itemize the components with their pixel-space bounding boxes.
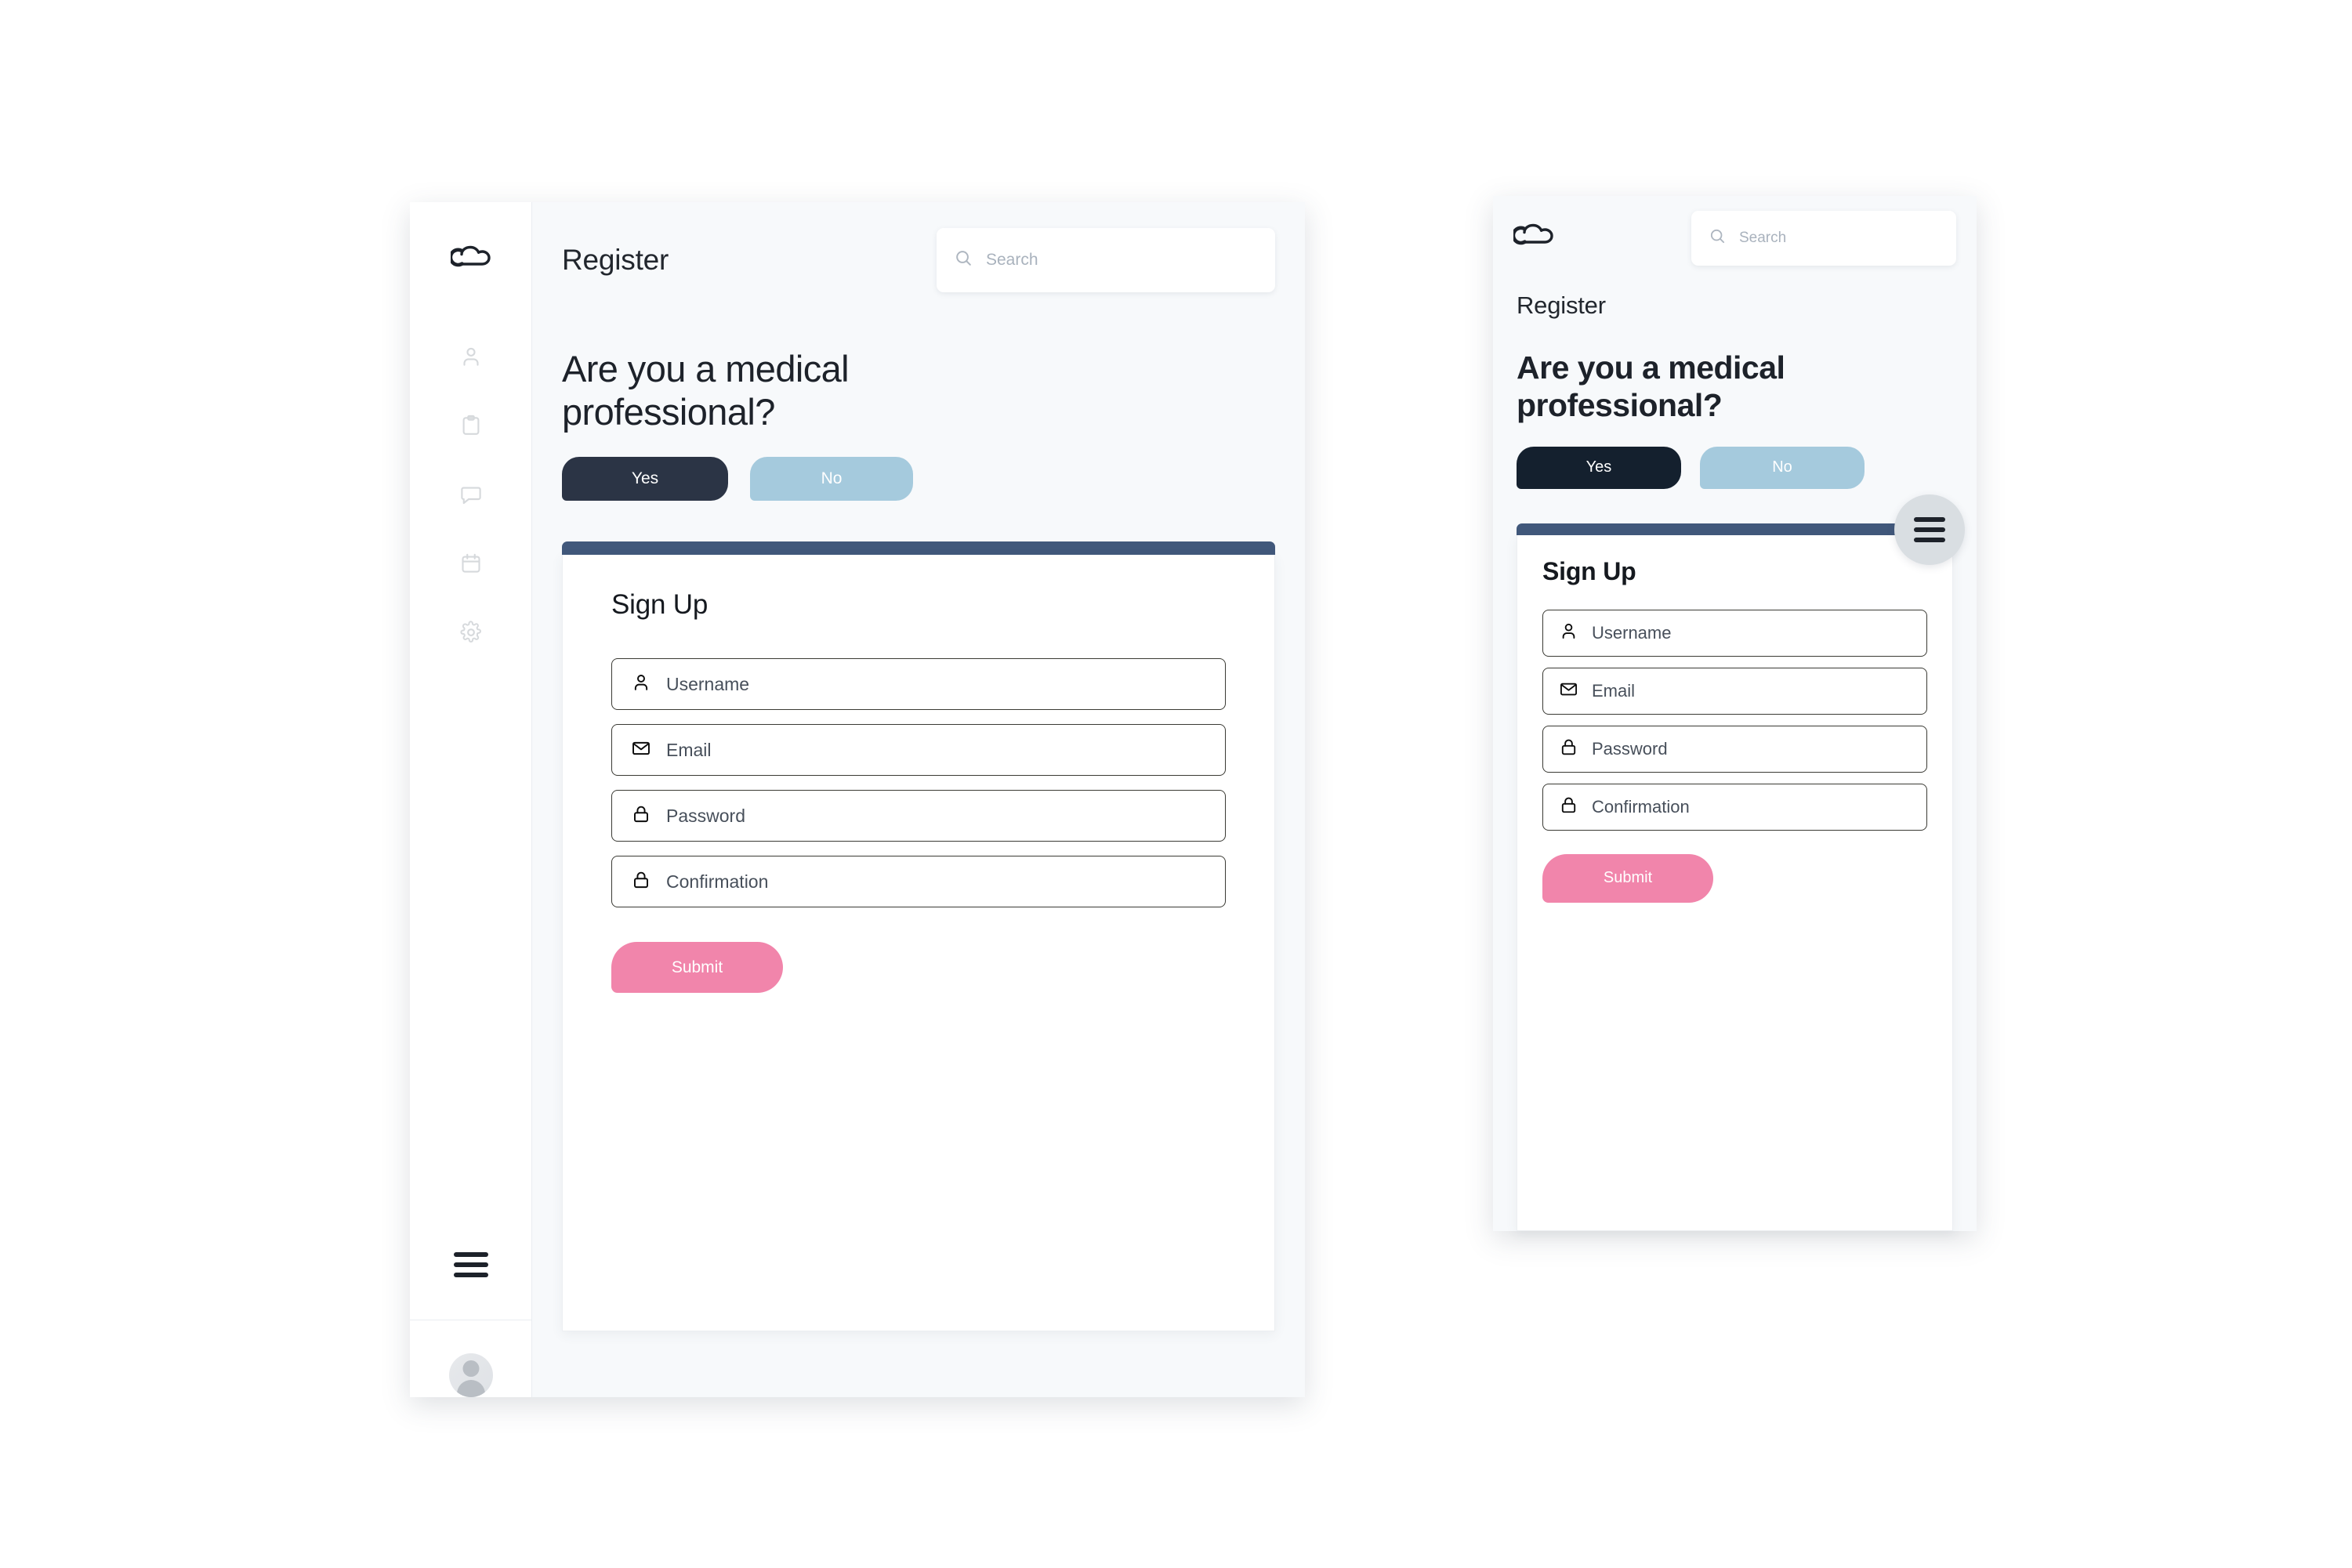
chat-icon [459, 483, 483, 510]
cloud-logo-icon[interactable] [1511, 223, 1554, 255]
search-field[interactable]: Search [937, 228, 1275, 292]
avatar-icon[interactable] [448, 1353, 493, 1397]
confirmation-field[interactable]: Confirmation [611, 856, 1226, 908]
mobile-page-title: Register [1517, 292, 1606, 319]
user-icon [1559, 621, 1578, 645]
signup-form: Username Email Password Confirmation [611, 658, 1226, 908]
calendar-icon [459, 552, 483, 579]
lock-icon [1559, 795, 1578, 819]
submit-button[interactable]: Submit [611, 942, 783, 994]
page-title: Register [562, 244, 669, 276]
username-field[interactable]: Username [611, 658, 1226, 711]
app-logo[interactable] [410, 202, 531, 318]
password-input[interactable]: Password [666, 806, 745, 827]
sidebar-item-settings[interactable] [453, 616, 489, 652]
mobile-username-input[interactable]: Username [1592, 623, 1671, 643]
sidebar-account[interactable] [410, 1320, 531, 1397]
cloud-logo-icon [448, 244, 491, 277]
mobile-choice-yes-button[interactable]: Yes [1517, 446, 1681, 489]
mobile-confirmation-input[interactable]: Confirmation [1592, 797, 1690, 817]
mobile-content: Register Are you a medical professional?… [1493, 281, 1977, 1231]
gear-icon [459, 620, 483, 648]
choice-yes-button[interactable]: Yes [562, 457, 728, 502]
search-icon [1709, 227, 1727, 249]
mobile-medical-professional-choices: Yes No [1517, 446, 1953, 489]
mobile-search-input[interactable]: Search [1739, 230, 1786, 247]
user-icon [631, 672, 651, 697]
desktop-main-column: Register Search Are you a medical profes… [532, 202, 1305, 1397]
hamburger-icon [1914, 516, 1945, 542]
mobile-choice-no-button[interactable]: No [1700, 446, 1865, 489]
mobile-password-input[interactable]: Password [1592, 739, 1668, 759]
envelope-icon [631, 738, 651, 762]
desktop-header: Register Search [532, 202, 1305, 318]
lock-icon [1559, 737, 1578, 761]
question-heading: Are you a medical professional? [562, 348, 850, 433]
mobile-signup-form: Username Email Password Confirmation [1542, 609, 1927, 831]
sidebar-nav [410, 318, 531, 652]
choice-no-button[interactable]: No [750, 457, 913, 502]
hamburger-icon [453, 1252, 488, 1277]
mobile-question-heading: Are you a medical professional? [1517, 349, 1785, 423]
email-field[interactable]: Email [611, 724, 1226, 777]
email-input[interactable]: Email [666, 740, 712, 761]
sidebar-item-messages[interactable] [453, 478, 489, 514]
mobile-menu-fab[interactable] [1894, 494, 1965, 565]
sidebar-item-profile[interactable] [453, 340, 489, 376]
mobile-email-field[interactable]: Email [1542, 667, 1927, 715]
signup-title: Sign Up [611, 589, 708, 621]
username-input[interactable]: Username [666, 674, 749, 695]
envelope-icon [1559, 679, 1578, 703]
mobile-signup-title: Sign Up [1542, 556, 1636, 585]
user-icon [459, 345, 483, 372]
search-icon [954, 248, 973, 272]
mobile-signup-card: Sign Up Username Email Password Confirma… [1517, 494, 1965, 1231]
search-input[interactable]: Search [986, 251, 1038, 270]
mobile-username-field[interactable]: Username [1542, 609, 1927, 657]
password-field[interactable]: Password [611, 790, 1226, 842]
mobile-email-input[interactable]: Email [1592, 681, 1635, 701]
sidebar-menu-toggle[interactable] [410, 1252, 531, 1320]
card-accent-bar [562, 541, 1275, 556]
mobile-card-accent-bar [1517, 523, 1953, 535]
signup-card: Sign Up Username Email Password Confirma… [562, 555, 1275, 1331]
mobile-password-field[interactable]: Password [1542, 725, 1927, 773]
sidebar-item-appointments[interactable] [453, 547, 489, 583]
confirmation-input[interactable]: Confirmation [666, 871, 768, 893]
lock-icon [631, 870, 651, 894]
mobile-header: Search [1493, 196, 1977, 281]
lock-icon [631, 804, 651, 828]
mobile-confirmation-field[interactable]: Confirmation [1542, 783, 1927, 831]
sidebar-item-records[interactable] [453, 409, 489, 445]
mobile-submit-button[interactable]: Submit [1542, 853, 1713, 903]
desktop-content: Are you a medical professional? Yes No S… [532, 318, 1305, 1397]
mobile-search-field[interactable]: Search [1691, 211, 1956, 266]
medical-professional-choices: Yes No [562, 457, 1275, 502]
clipboard-icon [459, 414, 483, 441]
desktop-app-window: Register Search Are you a medical profes… [410, 202, 1305, 1397]
sidebar [410, 202, 532, 1397]
mobile-app-window: Search Register Are you a medical profes… [1493, 196, 1977, 1231]
